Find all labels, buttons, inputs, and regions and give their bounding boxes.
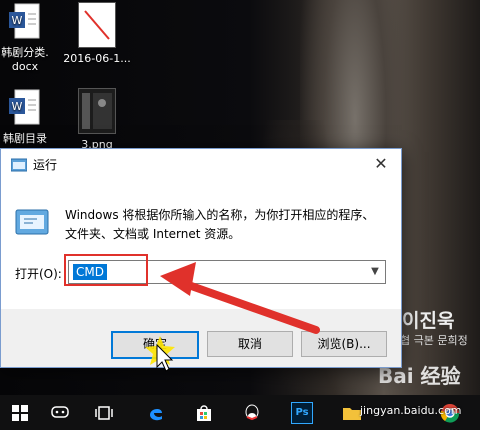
run-app-icon (10, 157, 28, 172)
image-thumbnail-icon (78, 88, 116, 134)
photoshop-icon[interactable]: Ps (282, 395, 322, 430)
watermark-text: jingyan.baidu.com (360, 404, 462, 417)
windows-start-icon[interactable] (0, 395, 40, 430)
browse-button[interactable]: 浏览(B)... (301, 331, 387, 357)
poster-sub-text: 협 극본 문희정 (400, 334, 468, 347)
open-label: 打开(O): (15, 267, 62, 281)
cancel-button[interactable]: 取消 (207, 331, 293, 357)
desktop-icon-label: 韩剧目录 (3, 132, 47, 145)
svg-text:W: W (12, 100, 23, 113)
ok-button[interactable]: 确定 (111, 331, 199, 359)
qq-icon[interactable] (232, 395, 272, 430)
word-doc-icon: W (9, 88, 41, 128)
word-doc-icon: W (9, 2, 41, 42)
task-view-icon[interactable] (84, 395, 124, 430)
annotation-highlight-box (64, 254, 148, 286)
dialog-description: Windows 将根据你所输入的名称，为你打开相应的程序、文件夹、文档或 Int… (65, 208, 375, 241)
dialog-title: 运行 (33, 158, 58, 172)
chevron-down-icon[interactable]: ▼ (365, 261, 385, 283)
image-thumbnail-icon (78, 2, 116, 48)
desktop-icon-image2[interactable]: 3.png (62, 88, 132, 152)
svg-text:W: W (12, 14, 23, 27)
desktop-icon-label: 2016-06-1... (63, 52, 131, 65)
store-icon[interactable] (184, 395, 224, 430)
photoshop-label: Ps (291, 401, 313, 424)
cortana-icon[interactable] (40, 395, 80, 430)
desktop-icon-doc2[interactable]: W 韩剧目录 (0, 88, 60, 146)
desktop-icon-doc1[interactable]: W 韩剧分类. docx (0, 2, 60, 74)
poster-name-text: 이진욱 (402, 310, 455, 332)
desktop-icon-image1[interactable]: 2016-06-1... (62, 2, 132, 66)
run-icon (15, 207, 49, 237)
desktop-icon-label: 韩剧分类. docx (1, 46, 49, 73)
title-bar[interactable]: 运行 ✕ (1, 149, 401, 179)
run-dialog: 运行 ✕ Windows 将根据你所输入的名称，为你打开相应的程序、文件夹、文档… (0, 148, 402, 368)
edge-icon[interactable] (136, 395, 176, 430)
close-icon[interactable]: ✕ (371, 154, 391, 173)
